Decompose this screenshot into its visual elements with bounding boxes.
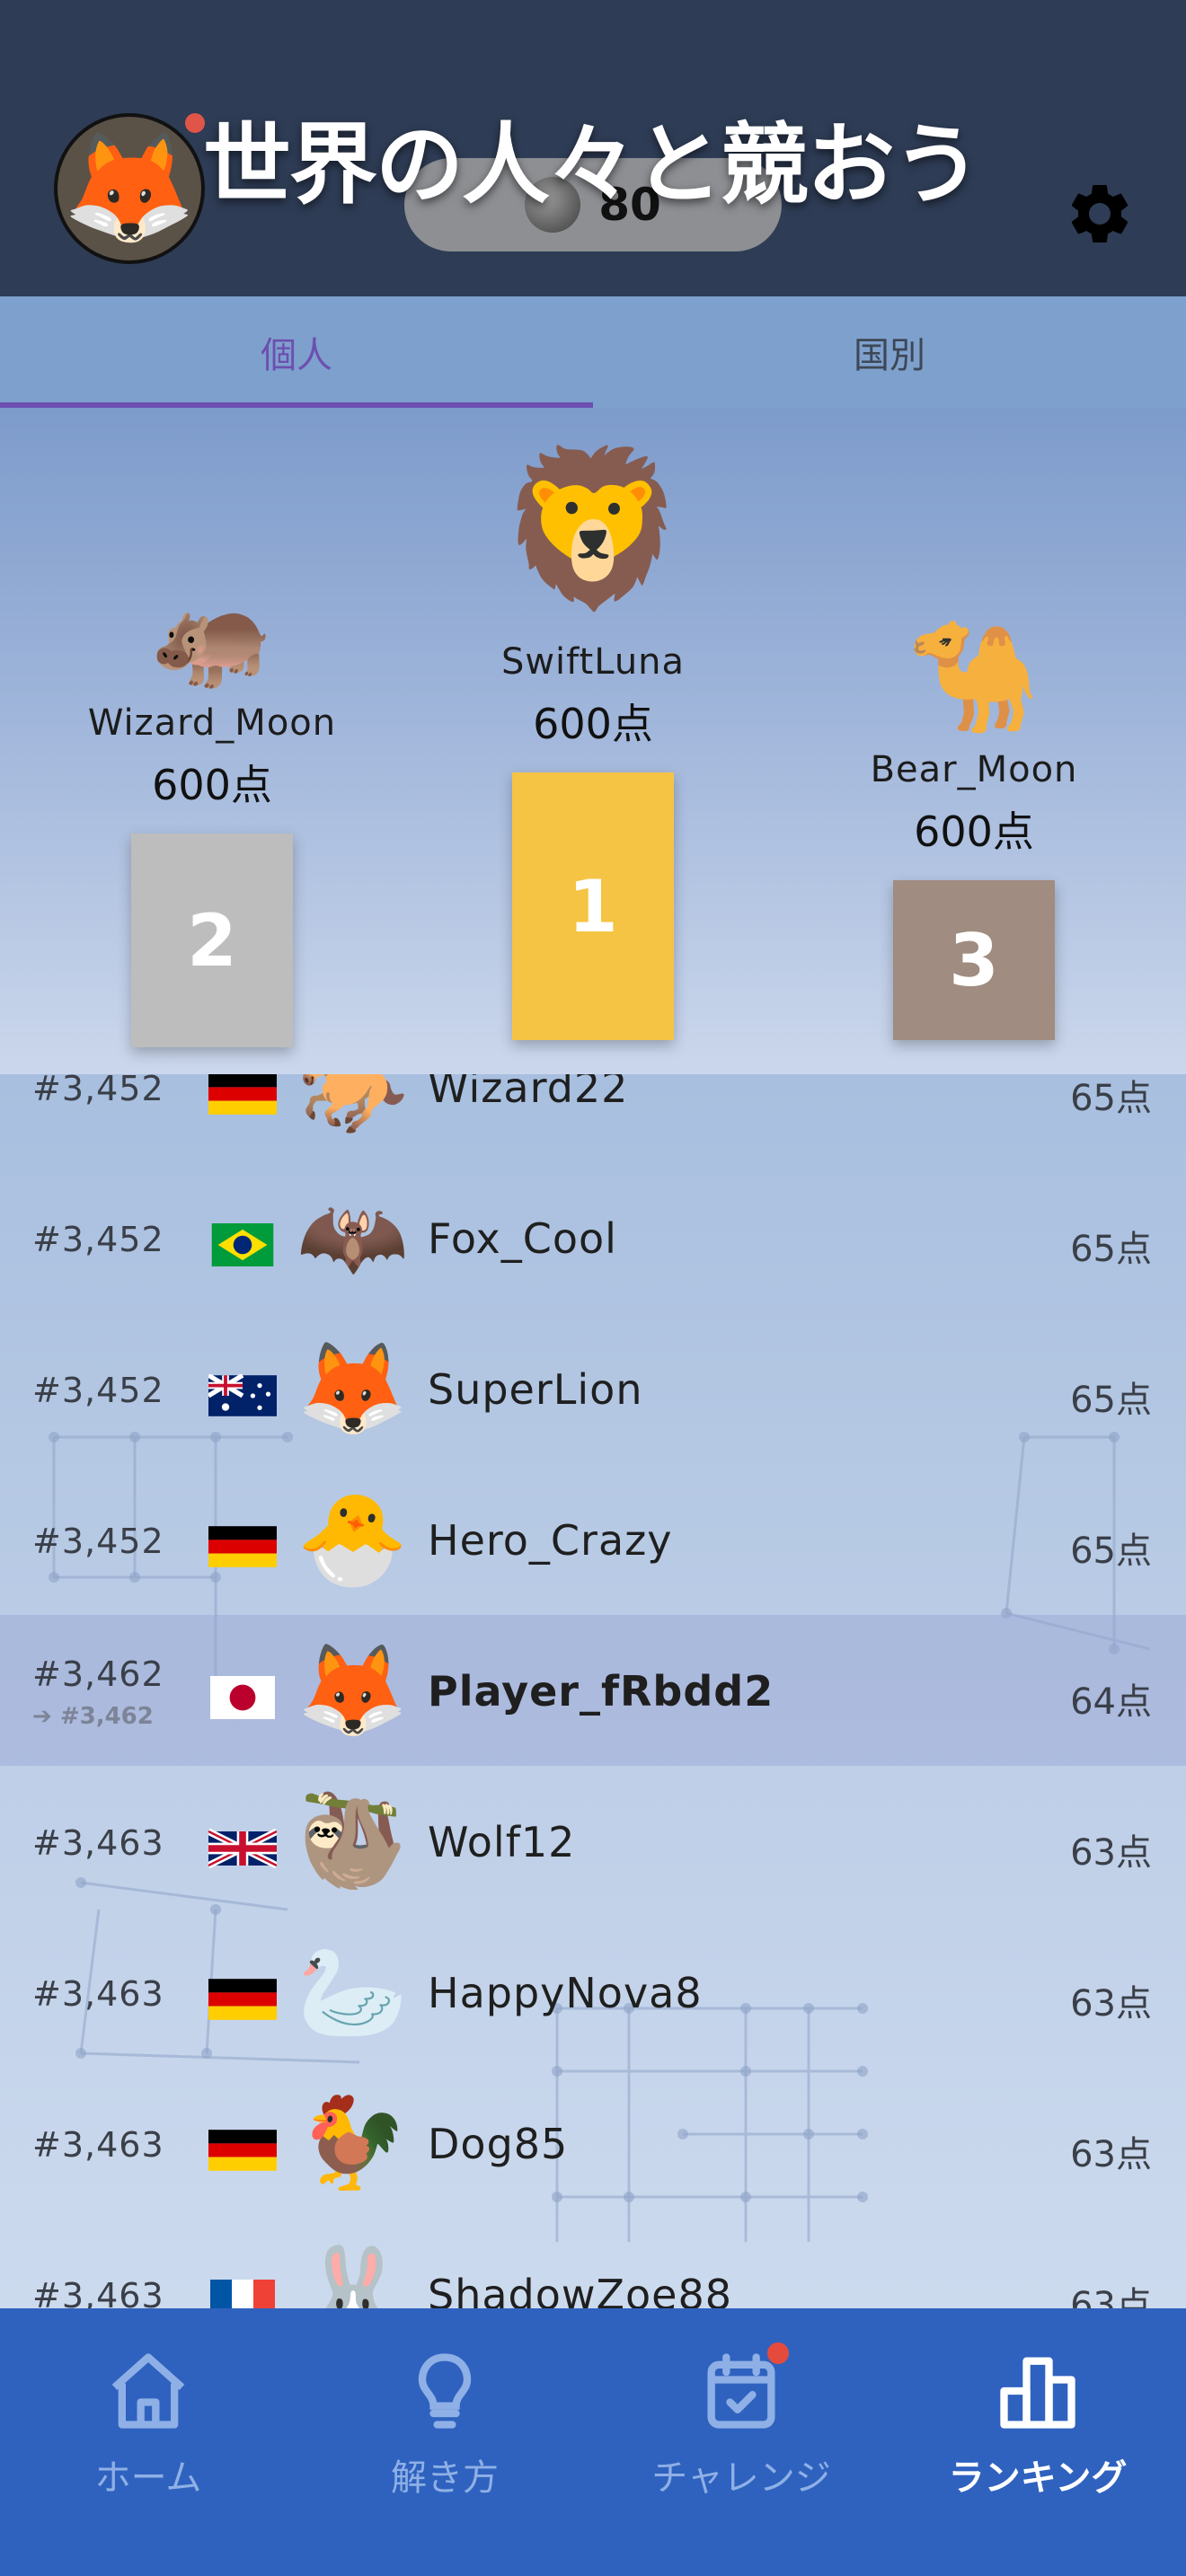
- list-item[interactable]: #3,463 🦥 Wolf12 63点: [0, 1766, 1186, 1917]
- sloth-icon: 🦥: [296, 1788, 409, 1893]
- podium-second[interactable]: 🦛 Wizard_Moon 600点 2: [68, 587, 356, 1047]
- home-icon: [111, 2353, 185, 2429]
- podium-third-score: 600点: [914, 807, 1034, 856]
- nav-challenge[interactable]: チャレンジ: [593, 2308, 890, 2576]
- player-score: 65点: [1070, 1229, 1152, 1270]
- bar-chart-icon: [1000, 2357, 1075, 2429]
- lion-icon: 🦁: [498, 440, 688, 618]
- player-score: 64点: [1070, 1681, 1152, 1723]
- lightbulb-icon: [418, 2353, 472, 2429]
- flag-de-icon: [208, 1979, 277, 2020]
- rank: #3,462: [32, 1654, 164, 1694]
- hippo-icon: 🦛: [150, 579, 274, 694]
- flag-de-icon: [208, 1526, 277, 1567]
- player-score: 65点: [1070, 1531, 1152, 1572]
- fox-face-icon: 🦊: [62, 126, 197, 251]
- podium-first[interactable]: 🦁 SwiftLuna 600点 1: [449, 453, 737, 1040]
- player-name: Wizard22: [428, 1074, 629, 1112]
- flag-au-icon: [208, 1374, 277, 1416]
- hatching-chick-icon: 🐣: [296, 1486, 409, 1592]
- player-score: 65点: [1070, 1380, 1152, 1421]
- bat-icon: 🦇: [296, 1185, 409, 1290]
- rank: #3,463: [32, 2125, 164, 2165]
- challenge-badge: [767, 2342, 789, 2364]
- nav-ranking-label: ランキング: [948, 2457, 1128, 2499]
- list-item[interactable]: #3,452 🐎 Wizard22 65点: [0, 1074, 1186, 1162]
- list-item-current-user[interactable]: #3,462 ➔ #3,462 🦊 Player_fRbdd2 64点: [0, 1615, 1186, 1766]
- player-name: Wolf12: [428, 1818, 576, 1866]
- flag-gb-icon: [208, 1828, 277, 1869]
- tab-by-country[interactable]: 国別: [593, 296, 1186, 408]
- player-name: Player_fRbdd2: [428, 1667, 774, 1716]
- page-title: 世界の人々と競おう: [203, 114, 981, 216]
- bottom-navigation: ホーム 解き方 チャレンジ ランキング: [0, 2308, 1186, 2576]
- rooster-icon: 🐓: [296, 2090, 409, 2195]
- podium-second-name: Wizard_Moon: [87, 702, 337, 744]
- podium: 🦛 Wizard_Moon 600点 2 🦁 SwiftLuna 600点 1 …: [0, 408, 1186, 1074]
- previous-rank: ➔ #3,462: [32, 1703, 154, 1730]
- gear-icon[interactable]: [1064, 178, 1136, 250]
- podium-first-name: SwiftLuna: [500, 641, 686, 683]
- rank: #3,463: [32, 2276, 164, 2308]
- player-score: 65点: [1070, 1078, 1152, 1119]
- player-name: SuperLion: [428, 1365, 643, 1414]
- flag-de-icon: [208, 2130, 277, 2171]
- rank: #3,452: [32, 1220, 164, 1259]
- list-item[interactable]: #3,463 🐓 Dog85 63点: [0, 2068, 1186, 2219]
- profile-avatar[interactable]: 🦊: [54, 113, 205, 264]
- podium-third-name: Bear_Moon: [870, 749, 1078, 790]
- player-score: 63点: [1070, 1983, 1152, 2025]
- podium-second-score: 600点: [152, 761, 272, 809]
- nav-home[interactable]: ホーム: [0, 2308, 296, 2576]
- tab-individual[interactable]: 個人: [0, 296, 593, 408]
- nav-ranking[interactable]: ランキング: [890, 2308, 1186, 2576]
- fox-icon: 🦊: [296, 1637, 409, 1742]
- rabbit-icon: 🐰: [296, 2241, 409, 2309]
- list-item[interactable]: #3,452 🐣 Hero_Crazy 65点: [0, 1464, 1186, 1615]
- nav-how-to-solve[interactable]: 解き方: [296, 2308, 593, 2576]
- podium-third-block: 3: [893, 880, 1055, 1040]
- player-name: Hero_Crazy: [428, 1516, 673, 1565]
- nav-home-label: ホーム: [94, 2457, 202, 2499]
- swan-icon: 🦢: [296, 1939, 409, 2044]
- player-name: Dog85: [428, 2120, 569, 2168]
- flag-jp-icon: [210, 1676, 275, 1719]
- rank: #3,463: [32, 1974, 164, 2014]
- rank: #3,452: [32, 1371, 164, 1410]
- ranking-list[interactable]: #3,452 🐎 Wizard22 65点 #3,452 🦇 Fox_Cool …: [0, 1074, 1186, 2308]
- rank: #3,452: [32, 1522, 164, 1561]
- player-score: 63点: [1070, 1832, 1152, 1874]
- flag-fr-icon: [210, 2280, 275, 2308]
- ranking-tabs: 個人 国別: [0, 296, 1186, 408]
- podium-second-block: 2: [131, 834, 293, 1047]
- flag-de-icon: [208, 1074, 277, 1115]
- player-score: 63点: [1070, 2285, 1152, 2308]
- nav-how-to-solve-label: 解き方: [391, 2457, 499, 2499]
- podium-third[interactable]: 🐪 Bear_Moon 600点 3: [830, 623, 1118, 1040]
- list-item[interactable]: #3,452 🦇 Fox_Cool 65点: [0, 1162, 1186, 1313]
- notification-dot: [185, 113, 205, 133]
- list-item[interactable]: #3,463 🐰 ShadowZoe88 63点: [0, 2219, 1186, 2308]
- nav-challenge-label: チャレンジ: [651, 2457, 831, 2499]
- player-score: 63点: [1070, 2134, 1152, 2175]
- player-name: HappyNova8: [428, 1969, 703, 2017]
- camel-icon: 🐪: [907, 614, 1041, 739]
- fox-icon: 🦊: [296, 1336, 409, 1441]
- list-item[interactable]: #3,452 🦊 SuperLion 65点: [0, 1313, 1186, 1464]
- app-header: 🦊 80 世界の人々と競おう: [0, 0, 1186, 296]
- podium-first-block: 1: [512, 772, 674, 1040]
- horse-icon: 🐎: [296, 1074, 409, 1139]
- podium-first-score: 600点: [533, 700, 653, 748]
- rank: #3,463: [32, 1823, 164, 1863]
- rank: #3,452: [32, 1074, 164, 1108]
- player-name: Fox_Cool: [428, 1214, 617, 1263]
- list-item[interactable]: #3,463 🦢 HappyNova8 63点: [0, 1917, 1186, 2068]
- player-name: ShadowZoe88: [428, 2271, 732, 2308]
- flag-br-icon: [211, 1223, 274, 1266]
